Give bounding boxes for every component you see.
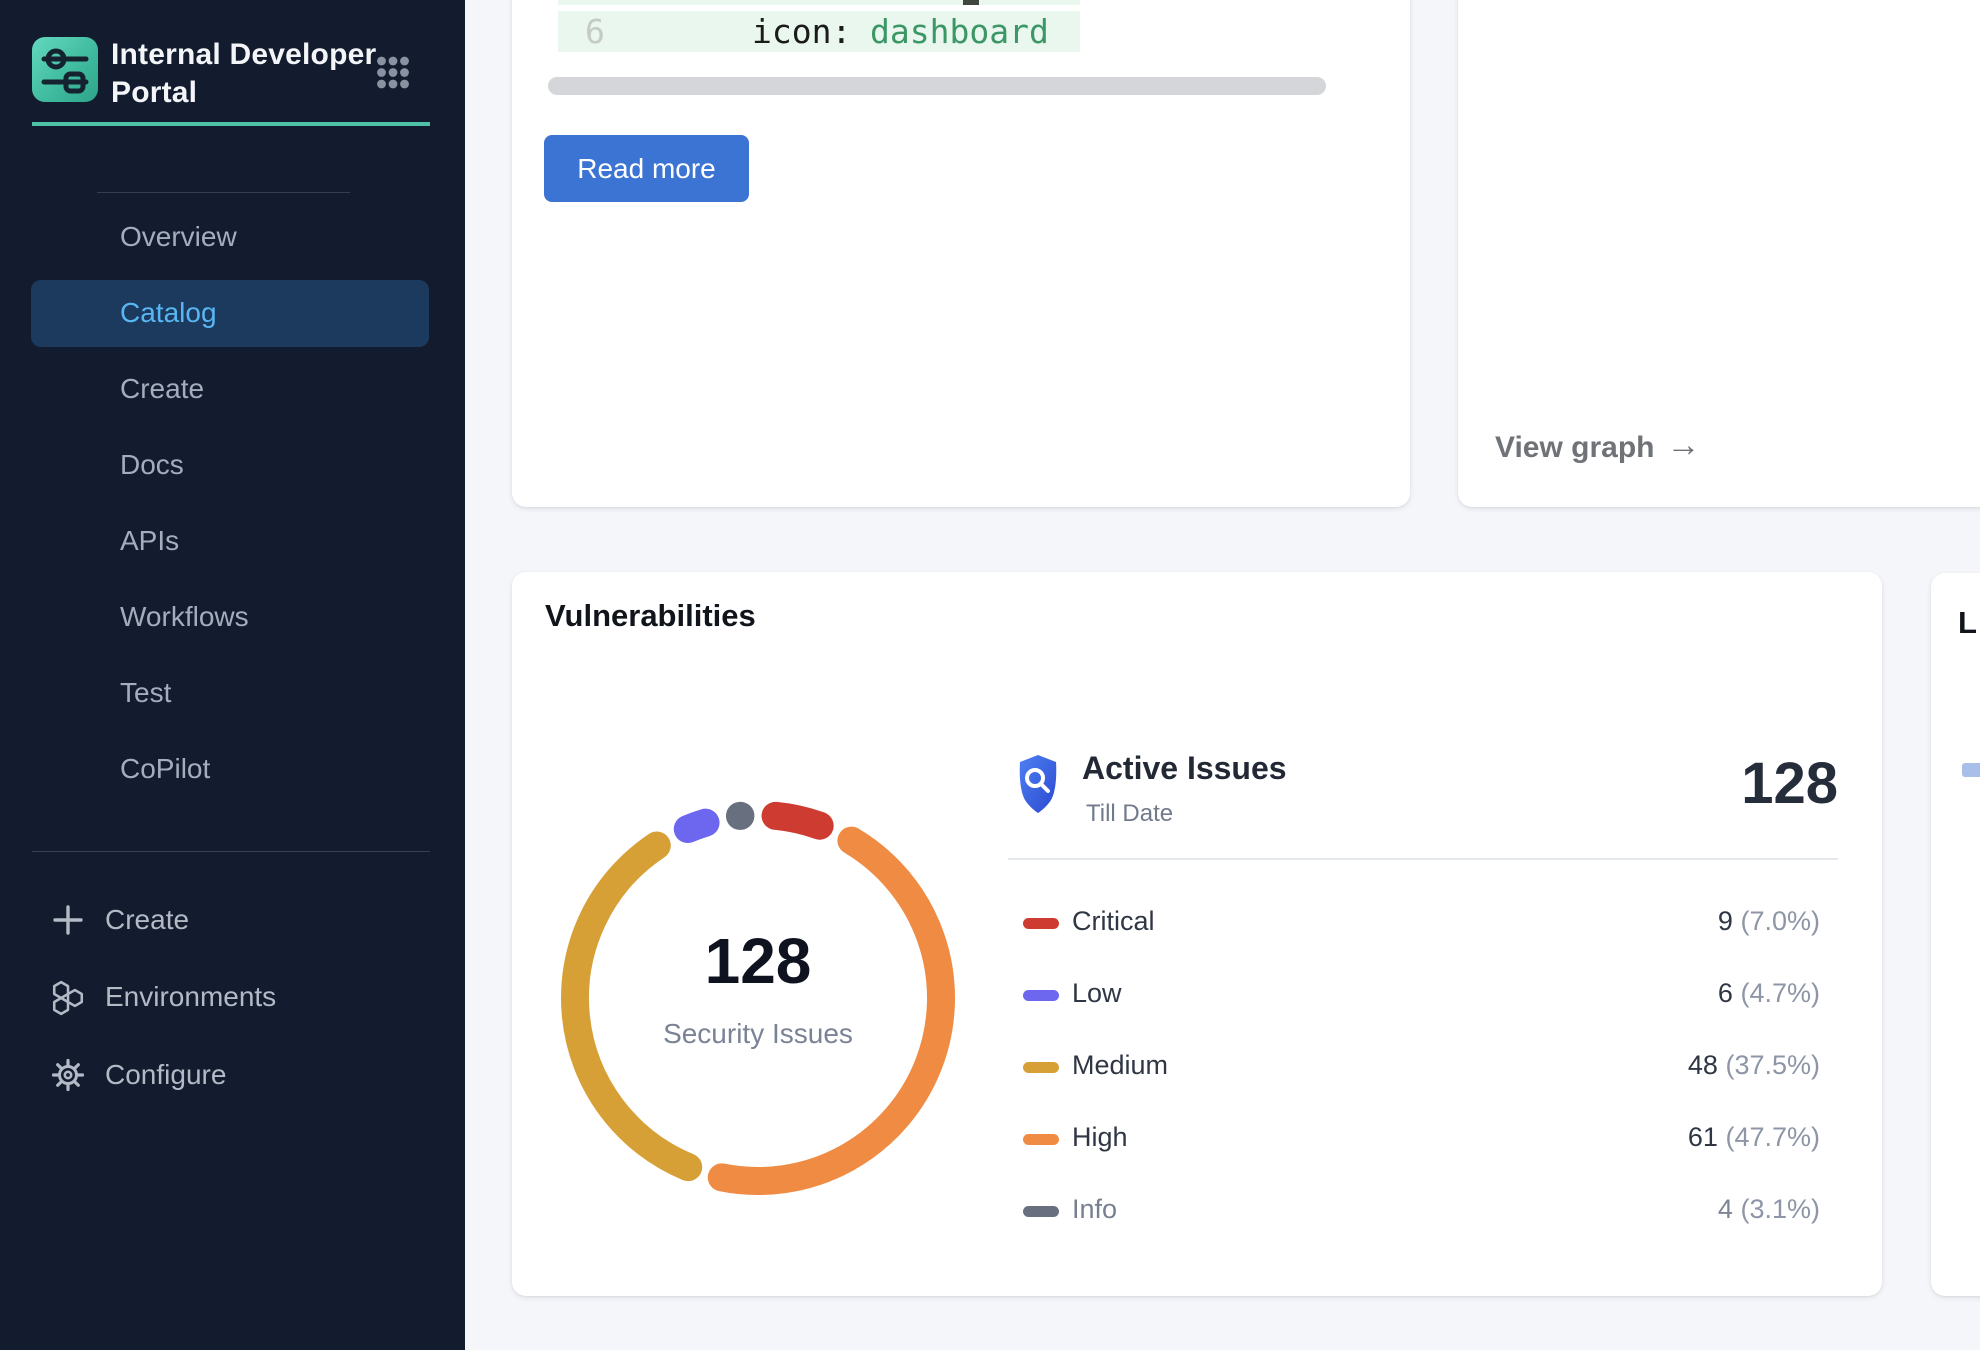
critical-swatch — [1023, 918, 1059, 929]
legend-label: Low — [1072, 978, 1122, 1009]
sliders-logo-icon — [32, 37, 98, 102]
sidebar-item-apis[interactable]: APIs — [120, 524, 179, 558]
legend-row-high: High 61 (47.7%) — [1008, 1119, 1838, 1159]
nav-divider — [32, 851, 430, 852]
code-line-number: 6 — [585, 11, 605, 52]
view-graph-label: View graph — [1495, 431, 1655, 465]
code-key-token: icon: — [752, 11, 851, 52]
legend-count: 6 — [1718, 978, 1733, 1008]
partial-bar-segment — [1962, 763, 1980, 777]
gear-icon — [51, 1058, 85, 1092]
high-swatch — [1023, 1134, 1059, 1145]
code-value-token: dashboard — [870, 11, 1049, 52]
legend-count: 4 — [1718, 1194, 1733, 1224]
arrow-right-icon: → — [1667, 426, 1701, 465]
legend-count: 61 — [1688, 1122, 1718, 1152]
legend-percent: (3.1%) — [1740, 1194, 1820, 1224]
sidebar-item-catalog[interactable]: Catalog — [120, 296, 217, 330]
legend-percent: (37.5%) — [1725, 1050, 1820, 1080]
view-graph-link[interactable]: View graph → — [1495, 428, 1701, 467]
partial-card-title: L — [1958, 605, 1977, 641]
shield-search-icon — [1016, 753, 1060, 819]
code-glyph-fragment — [963, 0, 979, 5]
legend-count: 9 — [1718, 906, 1733, 936]
info-swatch — [1023, 1206, 1059, 1217]
hexagons-icon — [50, 980, 86, 1016]
active-nav-highlight — [31, 280, 429, 347]
code-line-6: 6 icon: dashboard — [558, 11, 1080, 52]
plus-icon — [51, 903, 85, 937]
legend-label: Medium — [1072, 1050, 1168, 1081]
sidebar-item-docs[interactable]: Docs — [120, 448, 184, 482]
legend-percent: (47.7%) — [1725, 1122, 1820, 1152]
legend-row-low: Low 6 (4.7%) — [1008, 975, 1838, 1015]
sidebar-item-workflows[interactable]: Workflows — [120, 600, 249, 634]
sidebar-item-copilot[interactable]: CoPilot — [120, 752, 210, 786]
partial-card: L — [1931, 573, 1980, 1296]
app-root: Internal Developer Portal Overview Catal… — [0, 0, 1980, 1350]
medium-swatch — [1023, 1062, 1059, 1073]
donut-svg — [548, 788, 968, 1208]
legend-label: High — [1072, 1122, 1128, 1153]
vulnerabilities-card: Vulnerabilities 128 Security Issues Acti… — [512, 572, 1882, 1296]
legend-count: 48 — [1688, 1050, 1718, 1080]
donut-segment-high — [722, 841, 941, 1181]
legend-row-info: Info 4 (3.1%) — [1008, 1191, 1838, 1231]
active-issues-total: 128 — [1412, 750, 1838, 817]
security-donut-chart — [548, 788, 968, 1208]
portal-logo[interactable] — [32, 37, 98, 102]
legend-label: Info — [1072, 1194, 1117, 1225]
legend-row-medium: Medium 48 (37.5%) — [1008, 1047, 1838, 1087]
legend-percent: (7.0%) — [1740, 906, 1820, 936]
read-more-button[interactable]: Read more — [544, 135, 749, 202]
legend-label: Critical — [1072, 906, 1155, 937]
card-title: Vulnerabilities — [545, 598, 756, 634]
sidebar-item-test[interactable]: Test — [120, 676, 171, 710]
sidebar-item-create[interactable]: Create — [120, 372, 204, 406]
donut-segment-medium — [575, 846, 688, 1168]
apps-grid-icon[interactable] — [376, 56, 410, 89]
graph-card: View graph → — [1458, 0, 1980, 507]
donut-segment-critical — [776, 816, 820, 826]
donut-label: Security Issues — [548, 1018, 968, 1050]
brand-title: Internal Developer Portal — [111, 36, 387, 112]
nav-divider — [97, 192, 350, 193]
legend-percent: (4.7%) — [1740, 978, 1820, 1008]
divider — [1008, 858, 1838, 860]
sidebar-item-environments[interactable]: Environments — [105, 980, 276, 1014]
code-line-partial — [558, 0, 1080, 5]
low-swatch — [1023, 990, 1059, 1001]
active-issues-title: Active Issues — [1082, 750, 1287, 787]
sidebar-item-configure[interactable]: Configure — [105, 1058, 226, 1092]
sidebar-item-create-footer[interactable]: Create — [105, 903, 189, 937]
till-date-subtitle: Till Date — [1086, 800, 1173, 828]
code-snippet-card: 6 icon: dashboard Read more — [512, 0, 1410, 507]
sidebar-item-overview[interactable]: Overview — [120, 220, 237, 254]
legend-row-critical: Critical 9 (7.0%) — [1008, 903, 1838, 943]
donut-total: 128 — [548, 924, 968, 998]
sidebar-accent-rule — [32, 122, 430, 126]
sidebar: Internal Developer Portal Overview Catal… — [0, 0, 465, 1350]
donut-segment-low — [688, 823, 706, 829]
horizontal-scrollbar[interactable] — [548, 77, 1326, 95]
